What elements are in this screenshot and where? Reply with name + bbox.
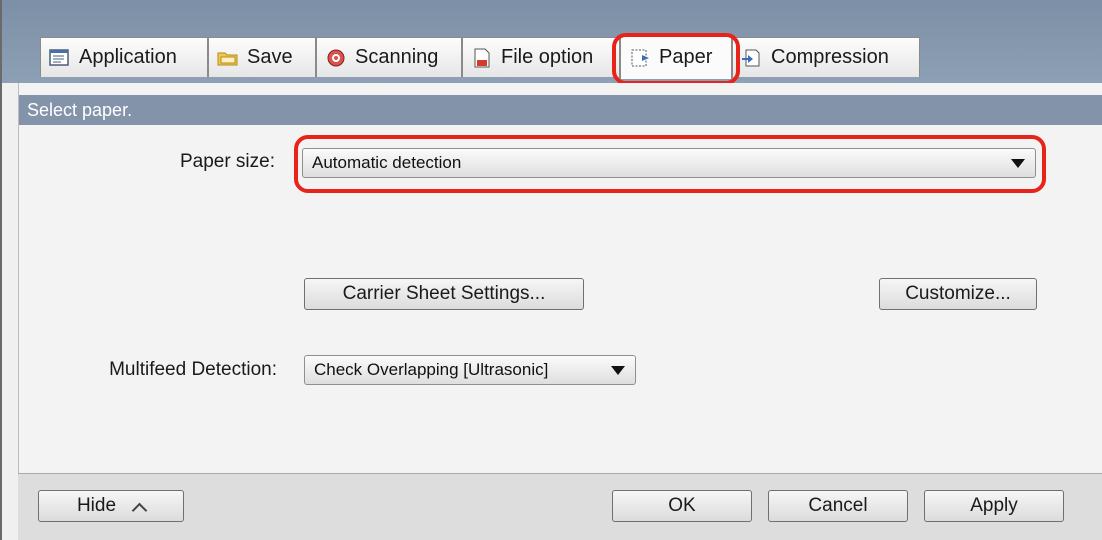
hide-label: Hide — [76, 495, 117, 516]
tab-label: Application — [79, 46, 177, 68]
paper-panel: Select paper. Paper size: Automatic dete… — [18, 83, 1102, 473]
chevron-down-icon[interactable] — [611, 366, 625, 375]
multifeed-detection-select[interactable]: Check Overlapping [Ultrasonic] — [304, 355, 636, 385]
hide-button[interactable]: Hide — [38, 490, 184, 522]
cancel-button[interactable]: Cancel — [768, 490, 908, 522]
ok-button[interactable]: OK — [612, 490, 752, 522]
multifeed-detection-label: Multifeed Detection: — [109, 359, 277, 380]
compression-icon — [741, 48, 763, 68]
application-icon — [49, 48, 71, 68]
apply-button[interactable]: Apply — [924, 490, 1064, 522]
tab-label: Save — [247, 46, 293, 68]
tab-scanning[interactable]: Scanning — [316, 37, 462, 77]
paper-size-value: Automatic detection — [312, 153, 462, 172]
file-option-icon — [471, 48, 493, 68]
paper-size-label: Paper size: — [179, 151, 275, 172]
tab-label: File option — [501, 46, 594, 68]
paper-size-select[interactable]: Automatic detection — [302, 148, 1036, 178]
tab-label: Compression — [771, 46, 889, 68]
tab-application[interactable]: Application — [40, 37, 208, 77]
dialog-footer: Hide OK Cancel Apply — [18, 473, 1102, 540]
chevron-down-icon[interactable] — [1011, 159, 1025, 168]
multifeed-detection-value: Check Overlapping [Ultrasonic] — [314, 360, 549, 379]
scanning-icon — [325, 48, 347, 68]
tab-compression[interactable]: Compression — [732, 37, 920, 77]
tab-label: Paper — [659, 46, 713, 68]
folder-icon — [217, 48, 239, 68]
section-header: Select paper. — [19, 95, 1102, 125]
carrier-sheet-settings-button[interactable]: Carrier Sheet Settings... — [304, 278, 584, 310]
tab-paper[interactable]: Paper — [620, 35, 732, 79]
tab-label: Scanning — [355, 46, 439, 68]
paper-icon — [629, 48, 651, 68]
tab-strip: Application Save Scanning File option Pa — [2, 0, 1102, 85]
tab-file-option[interactable]: File option — [462, 37, 620, 77]
chevron-up-icon — [131, 502, 148, 518]
scan-settings-window: Application Save Scanning File option Pa — [0, 0, 1102, 540]
tab-save[interactable]: Save — [208, 37, 316, 77]
customize-button[interactable]: Customize... — [879, 278, 1037, 310]
